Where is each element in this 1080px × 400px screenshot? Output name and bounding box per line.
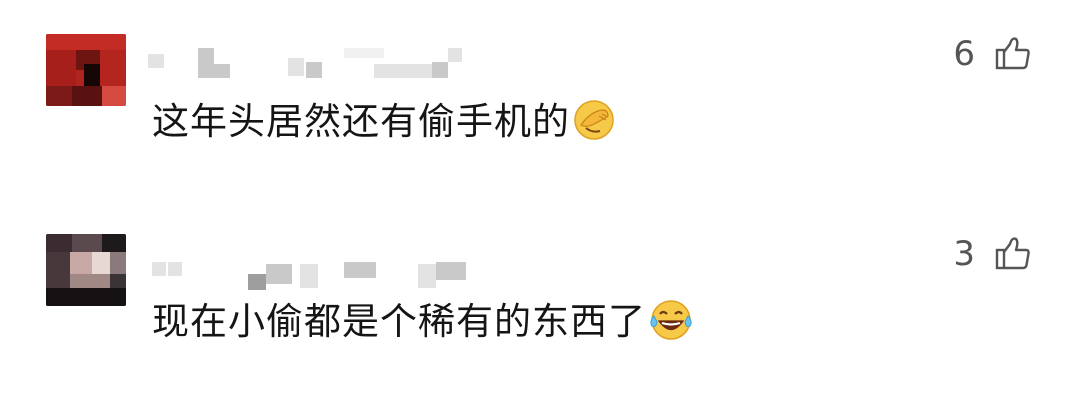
like-count: 6 [953,34,975,74]
avatar[interactable] [46,34,126,106]
like-count: 3 [953,234,975,274]
comment-item: 这年头居然还有偷手机的 6 [0,28,1080,178]
comment-text: 现在小偷都是个稀有的东西了 [152,298,694,354]
username-pixelated[interactable] [148,40,478,90]
facepalm-emoji [572,98,616,154]
username-pixelated[interactable] [148,240,478,290]
tears-of-joy-emoji [648,298,694,354]
comment-text-content: 这年头居然还有偷手机的 [152,100,570,143]
comment-text-content: 现在小偷都是个稀有的东西了 [152,300,646,343]
thumbs-up-icon[interactable] [994,234,1032,272]
thumbs-up-icon[interactable] [994,34,1032,72]
avatar[interactable] [46,234,126,306]
comment-item: 现在小偷都是个稀有的东西了 3 [0,228,1080,378]
comment-text: 这年头居然还有偷手机的 [152,98,616,154]
